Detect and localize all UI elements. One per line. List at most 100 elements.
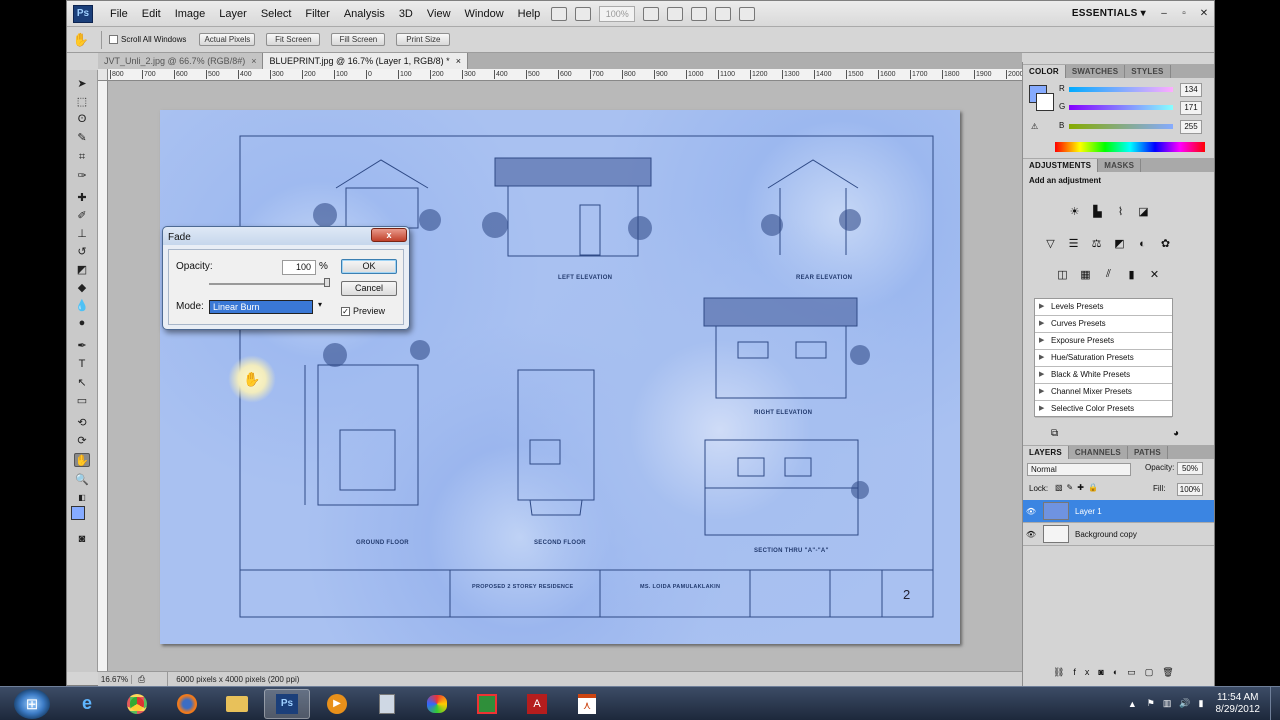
actual-pixels-button[interactable]: Actual Pixels [199, 33, 256, 46]
tab-styles[interactable]: STYLES [1125, 65, 1171, 78]
photo-filter-icon[interactable]: ◐ [1135, 236, 1150, 251]
channel-mixer-icon[interactable]: ✿ [1158, 236, 1173, 251]
menu-layer[interactable]: Layer [212, 8, 254, 20]
arrange-icon[interactable] [575, 6, 592, 21]
hand-tool-preset-icon[interactable]: ✋ [67, 32, 95, 48]
fit-screen-button[interactable]: Fit Screen [266, 33, 321, 46]
dodge-tool-icon[interactable]: ● [74, 316, 90, 330]
type-tool-icon[interactable]: T [74, 357, 90, 371]
r-slider[interactable] [1069, 87, 1173, 92]
shape-tool-icon[interactable]: ▭ [74, 393, 90, 407]
layer-name[interactable]: Layer 1 [1075, 507, 1102, 516]
menu-edit[interactable]: Edit [135, 8, 168, 20]
hand-icon[interactable] [643, 6, 660, 21]
menu-file[interactable]: File [103, 8, 135, 20]
chrome-icon[interactable] [114, 689, 160, 719]
pen-tool-icon[interactable]: ✒ [74, 338, 90, 352]
menu-window[interactable]: Window [458, 8, 511, 20]
preset-hue-saturation[interactable]: Hue/Saturation Presets [1035, 350, 1172, 367]
horizontal-ruler[interactable]: 800 700 600 500 400 300 200 100 0 100 200 300 400 500… [108, 69, 1022, 81]
restore-icon[interactable]: ▫ [1177, 8, 1191, 20]
print-size-button[interactable]: Print Size [396, 33, 451, 46]
return-to-list-icon[interactable]: ⧉ [1051, 428, 1058, 439]
selective-color-icon[interactable]: ✕ [1147, 267, 1162, 282]
menu-filter[interactable]: Filter [298, 8, 336, 20]
arrange-documents-icon[interactable] [715, 6, 732, 21]
preset-channel-mixer[interactable]: Channel Mixer Presets [1035, 384, 1172, 401]
cancel-button[interactable]: Cancel [341, 281, 397, 296]
move-tool-icon[interactable]: ➤ [74, 76, 90, 90]
screen-mode-icon[interactable] [739, 6, 756, 21]
preset-levels[interactable]: Levels Presets [1035, 299, 1172, 316]
eraser-tool-icon[interactable]: ◩ [74, 262, 90, 276]
firefox-icon[interactable] [164, 689, 210, 719]
paint-icon[interactable] [414, 689, 460, 719]
posterize-icon[interactable]: ▦ [1078, 267, 1093, 282]
tab-blueprint[interactable]: BLUEPRINT.jpg @ 16.7% (Layer 1, RGB/8) *… [263, 53, 468, 69]
layer-row-layer-1[interactable]: 👁 Layer 1 [1023, 500, 1214, 523]
color-spectrum[interactable] [1055, 142, 1205, 152]
tab-adjustments[interactable]: ADJUSTMENTS [1023, 159, 1099, 172]
layer-name[interactable]: Background copy [1075, 530, 1137, 539]
clone-stamp-tool-icon[interactable]: ⊥ [74, 226, 90, 240]
visibility-eye-icon[interactable]: 👁 [1023, 507, 1039, 516]
ok-button[interactable]: OK [341, 259, 397, 274]
network-icon[interactable]: ▥ [1163, 698, 1172, 709]
quick-mask-icon[interactable]: ◙ [74, 532, 90, 546]
gradient-tool-icon[interactable]: ◆ [74, 280, 90, 294]
power-icon[interactable]: ▮ [1199, 698, 1204, 709]
tab-color[interactable]: COLOR [1023, 65, 1066, 78]
invert-icon[interactable]: ◫ [1055, 267, 1070, 282]
close-icon[interactable]: ✕ [1197, 8, 1211, 20]
levels-icon[interactable]: ▙ [1090, 204, 1105, 219]
foreground-color-swatch[interactable] [71, 506, 85, 520]
layer-row-background-copy[interactable]: 👁 Background copy [1023, 523, 1214, 546]
3d-orbit-tool-icon[interactable]: ⟳ [74, 433, 90, 447]
zoom-status[interactable]: 16.67% [98, 674, 132, 684]
project-app-icon[interactable] [464, 689, 510, 719]
g-slider[interactable] [1069, 105, 1173, 110]
hue-saturation-icon[interactable]: ☰ [1066, 236, 1081, 251]
photoshop-taskbar-icon[interactable]: Ps [264, 688, 310, 719]
vibrance-icon[interactable]: ▽ [1043, 236, 1058, 251]
mode-select[interactable]: Linear Burn [209, 300, 313, 314]
menu-select[interactable]: Select [254, 8, 299, 20]
preset-curves[interactable]: Curves Presets [1035, 316, 1172, 333]
opacity-input[interactable]: 100 [282, 260, 316, 275]
taskbar-clock[interactable]: 11:54 AM 8/29/2012 [1216, 692, 1261, 716]
lock-icons[interactable]: ▧✎✚🔒 [1055, 483, 1102, 492]
zoom-level-field[interactable]: 100% [599, 5, 636, 22]
blueprint-document[interactable]: LEFT ELEVATION REAR ELEVATION RIGHT ELEV… [160, 110, 960, 644]
acrobat-icon[interactable]: ⋏ [564, 689, 610, 719]
preset-selective-color[interactable]: Selective Color Presets [1035, 401, 1172, 418]
rotate-view-icon[interactable] [691, 6, 708, 21]
tab-jvt-unli[interactable]: JVT_Unli_2.jpg @ 66.7% (RGB/8#) × [98, 53, 264, 69]
preset-black-white[interactable]: Black & White Presets [1035, 367, 1172, 384]
crop-tool-icon[interactable]: ⌗ [74, 150, 90, 164]
opacity-slider-thumb[interactable] [324, 278, 330, 287]
tab-swatches[interactable]: SWATCHES [1066, 65, 1126, 78]
mode-dropdown-icon[interactable]: ▾ [318, 300, 322, 309]
file-explorer-icon[interactable] [214, 689, 260, 719]
out-of-gamut-warning-icon[interactable]: ⚠ [1031, 122, 1038, 131]
blur-tool-icon[interactable]: 💧 [74, 298, 90, 312]
history-brush-tool-icon[interactable]: ↺ [74, 244, 90, 258]
default-colors-icon[interactable]: ◧ [74, 490, 90, 504]
brightness-contrast-icon[interactable]: ☀ [1067, 204, 1082, 219]
brush-tool-icon[interactable]: ✐ [74, 208, 90, 222]
menu-view[interactable]: View [420, 8, 458, 20]
hand-tool-icon[interactable]: ✋ [74, 453, 90, 467]
threshold-icon[interactable]: ⫽ [1101, 267, 1116, 282]
tab-close-icon[interactable]: × [251, 53, 256, 69]
exposure-icon[interactable]: ◪ [1136, 204, 1151, 219]
show-desktop-button[interactable] [1270, 686, 1280, 720]
opacity-slider-track[interactable] [209, 283, 327, 285]
dialog-close-button[interactable]: x [371, 228, 407, 242]
quick-selection-tool-icon[interactable]: ✎ [74, 130, 90, 144]
fill-screen-button[interactable]: Fill Screen [331, 33, 386, 46]
layer-fill-input[interactable]: 100% [1177, 483, 1203, 496]
zoom-tool-icon[interactable]: 🔍 [74, 472, 90, 486]
r-value[interactable]: 134 [1180, 83, 1202, 97]
action-center-icon[interactable]: ⚑ [1147, 698, 1155, 709]
internet-explorer-icon[interactable]: e [64, 689, 110, 719]
